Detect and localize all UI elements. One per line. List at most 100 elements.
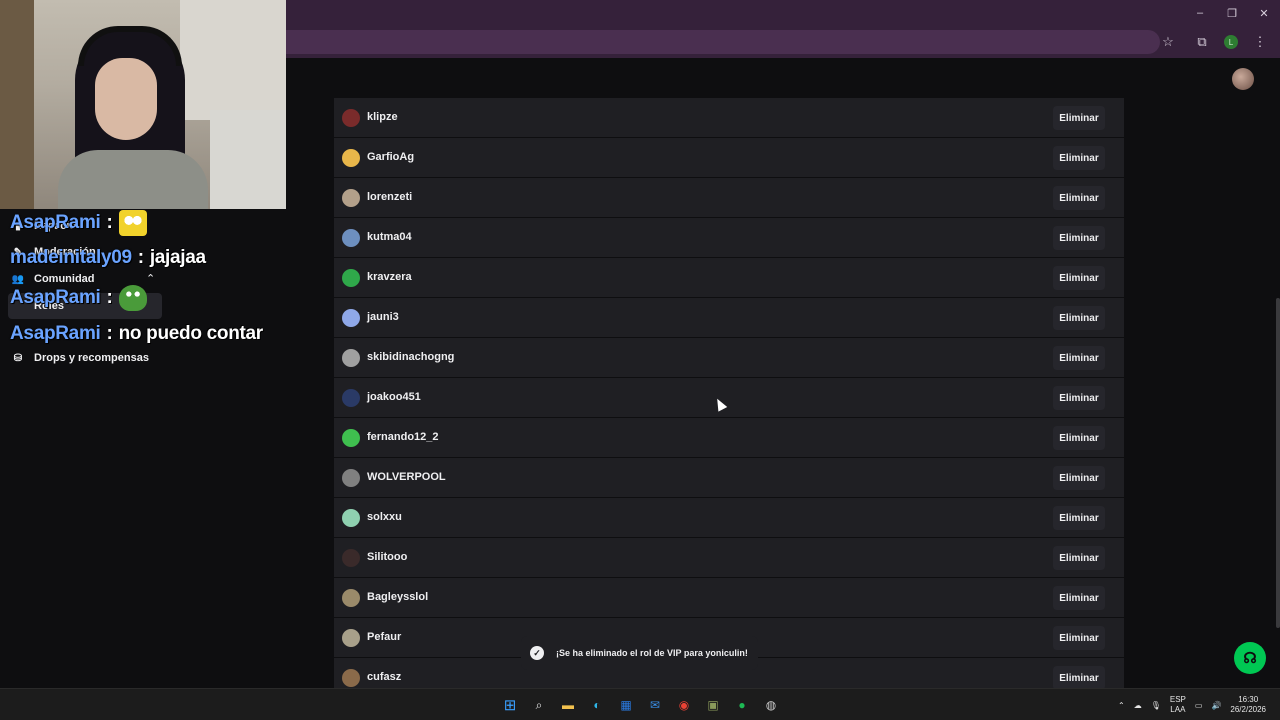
avatar[interactable] (342, 669, 360, 687)
avatar[interactable] (342, 109, 360, 127)
sidebar-item-drops[interactable]: ⛁ Drops y recompensas (12, 352, 149, 364)
chrome-icon[interactable]: ◉ (672, 693, 696, 717)
list-item: fernando12_2 Eliminar (334, 418, 1124, 458)
file-explorer-icon[interactable]: ▬ (556, 693, 580, 717)
username[interactable]: Silitooo (367, 551, 407, 563)
username[interactable]: WOLVERPOOL (367, 471, 446, 483)
remove-button[interactable]: Eliminar (1053, 266, 1105, 290)
search-icon[interactable]: ⌕ (527, 693, 551, 717)
list-item: kravzera Eliminar (334, 258, 1124, 298)
remove-button[interactable]: Eliminar (1053, 346, 1105, 370)
list-item: lorenzeti Eliminar (334, 178, 1124, 218)
sidebar-item-label: Drops y recompensas (34, 352, 149, 364)
avatar[interactable] (342, 589, 360, 607)
remove-button[interactable]: Eliminar (1053, 106, 1105, 130)
bookmark-star-icon[interactable]: ☆ (1156, 30, 1180, 54)
avatar[interactable] (342, 229, 360, 247)
address-input[interactable] (286, 30, 1160, 54)
help-button[interactable]: ☊ (1234, 642, 1266, 674)
window-controls: – ❐ ✕ (1184, 0, 1280, 26)
language-code: ESP (1169, 695, 1186, 704)
remove-button[interactable]: Eliminar (1053, 586, 1105, 610)
chat-text: no puedo contar (118, 323, 264, 344)
extensions-icon[interactable]: ⧉ (1190, 30, 1214, 54)
remove-button[interactable]: Eliminar (1053, 226, 1105, 250)
monitor-icon[interactable]: ▭ (1195, 701, 1203, 710)
sidebar-item-comunidad[interactable]: 👥 Comunidad (12, 273, 95, 285)
toast-notification: ✓ ¡Se ha eliminado el rol de VIP para yo… (521, 636, 758, 670)
list-item: joakoo451 Eliminar (334, 378, 1124, 418)
chat-text: jajajaa (149, 247, 206, 268)
clock[interactable]: 16:30 26/2/2026 (1230, 695, 1266, 715)
avatar[interactable] (342, 309, 360, 327)
username[interactable]: cufasz (367, 671, 401, 683)
username[interactable]: Pefaur (367, 631, 401, 643)
network-cloud-icon[interactable]: ☁ (1134, 701, 1142, 710)
profile-icon[interactable]: L (1224, 35, 1238, 49)
remove-button[interactable]: Eliminar (1053, 626, 1105, 650)
avatar[interactable] (342, 349, 360, 367)
remove-button[interactable]: Eliminar (1053, 466, 1105, 490)
chevron-up-icon[interactable]: ⌃ (1118, 701, 1125, 710)
remove-button[interactable]: Eliminar (1053, 186, 1105, 210)
username[interactable]: klipze (367, 111, 398, 123)
username[interactable]: lorenzeti (367, 191, 412, 203)
avatar[interactable] (342, 629, 360, 647)
avatar[interactable] (342, 509, 360, 527)
username[interactable]: jauni3 (367, 311, 399, 323)
avatar[interactable] (342, 189, 360, 207)
remove-button[interactable]: Eliminar (1053, 546, 1105, 570)
sidebar-item-label: Comunidad (34, 273, 95, 285)
username[interactable]: solxxu (367, 511, 402, 523)
vip-user-list: klipze Eliminar GarfioAg Eliminar lorenzeti E… (334, 98, 1124, 698)
language-indicator[interactable]: ESP LAA (1170, 695, 1186, 715)
menu-kebab-icon[interactable]: ⋮ (1248, 30, 1272, 54)
remove-button[interactable]: Eliminar (1053, 506, 1105, 530)
store-icon[interactable]: ▦ (614, 693, 638, 717)
gift-icon: ⛁ (13, 352, 23, 364)
headset-icon: ☊ (1243, 650, 1257, 667)
remove-button[interactable]: Eliminar (1053, 146, 1105, 170)
spongebob-emote-icon (118, 210, 147, 236)
edge-icon[interactable]: ◐ (585, 693, 609, 717)
username[interactable]: skibidinachogng (367, 351, 454, 363)
scrollbar[interactable] (1276, 298, 1280, 628)
remove-button[interactable]: Eliminar (1053, 306, 1105, 330)
list-item: klipze Eliminar (334, 98, 1124, 138)
close-button[interactable]: ✕ (1248, 0, 1280, 26)
people-icon: 👥 (11, 273, 25, 285)
outlook-icon[interactable]: ✉ (643, 693, 667, 717)
username[interactable]: kutma04 (367, 231, 412, 243)
microphone-icon[interactable]: 🎙 (1151, 701, 1161, 710)
webcam-overlay (0, 0, 286, 209)
avatar[interactable] (342, 549, 360, 567)
chat-separator: : (106, 287, 113, 308)
chevron-up-icon[interactable]: ⌃ (146, 272, 155, 285)
remove-button[interactable]: Eliminar (1053, 666, 1105, 690)
chat-username: madeinitaly09 (10, 247, 132, 268)
list-item: Silitooo Eliminar (334, 538, 1124, 578)
windows-start-icon[interactable]: ⊞ (498, 693, 522, 717)
username[interactable]: fernando12_2 (367, 431, 439, 443)
minimize-button[interactable]: – (1184, 0, 1216, 26)
user-avatar[interactable] (1232, 68, 1254, 90)
username[interactable]: GarfioAg (367, 151, 414, 163)
browser-toolbar-icons: ☆ ⧉ L ⋮ (1156, 30, 1272, 54)
username[interactable]: kravzera (367, 271, 412, 283)
restore-button[interactable]: ❐ (1216, 0, 1248, 26)
avatar[interactable] (342, 149, 360, 167)
system-tray: ⌃ ☁ 🎙 ESP LAA ▭ 🔊 16:30 26/2/2026 (1118, 689, 1266, 720)
remove-button[interactable]: Eliminar (1053, 426, 1105, 450)
remove-button[interactable]: Eliminar (1053, 386, 1105, 410)
app-icon[interactable]: ◍ (759, 693, 783, 717)
avatar[interactable] (342, 429, 360, 447)
chat-separator: : (106, 323, 113, 344)
minecraft-icon[interactable]: ▣ (701, 693, 725, 717)
avatar[interactable] (342, 269, 360, 287)
volume-icon[interactable]: 🔊 (1211, 701, 1221, 710)
avatar[interactable] (342, 469, 360, 487)
username[interactable]: joakoo451 (367, 391, 421, 403)
username[interactable]: Bagleysslol (367, 591, 428, 603)
avatar[interactable] (342, 389, 360, 407)
spotify-icon[interactable]: ● (730, 693, 754, 717)
